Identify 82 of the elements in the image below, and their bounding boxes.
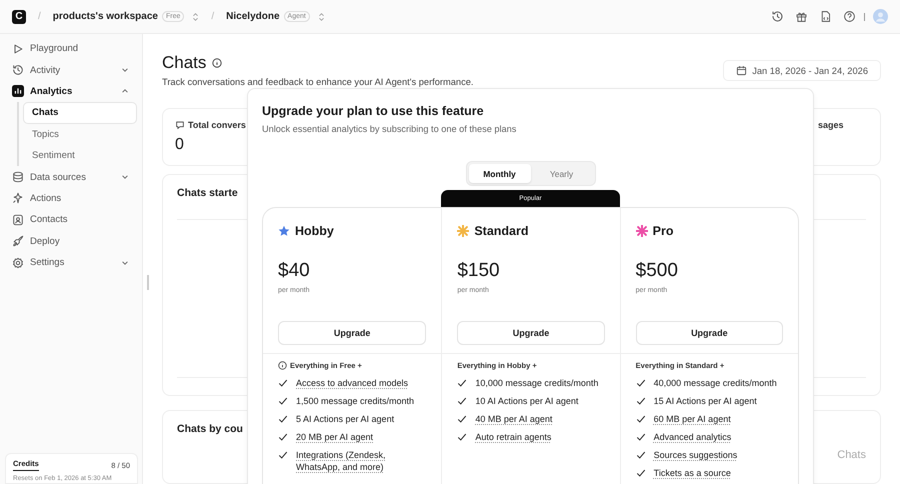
feature-text: 10,000 message credits/month — [475, 377, 598, 389]
check-icon — [636, 468, 646, 478]
feature-text: 40,000 message credits/month — [654, 377, 777, 389]
chart-title: Chats by cou — [177, 422, 243, 435]
page-title: Chats — [162, 54, 206, 72]
chart-title: Chats starte — [177, 187, 238, 199]
sidebar-item[interactable]: Data sources — [6, 166, 137, 188]
check-icon — [636, 396, 646, 406]
breadcrumb-item[interactable]: products's workspace — [52, 11, 158, 22]
rocket-icon — [12, 235, 24, 248]
chat-bubble-icon — [175, 120, 185, 130]
stat-value: 0 — [175, 136, 185, 154]
feature-text: 60 MB per AI agent — [654, 413, 731, 425]
contact-icon — [12, 214, 24, 226]
plan-name: Pro — [652, 224, 674, 238]
check-icon — [457, 378, 468, 388]
stat-label: sages — [818, 120, 844, 130]
document-icon[interactable] — [819, 10, 832, 23]
check-icon — [457, 414, 468, 424]
sidebar-item[interactable]: Activity — [6, 59, 137, 81]
plan-name: Hobby — [295, 224, 334, 238]
sparkle-icon — [12, 192, 24, 204]
check-icon — [457, 396, 468, 406]
updown-chevron-icon[interactable] — [192, 12, 200, 22]
feature-text: Advanced analytics — [654, 431, 732, 443]
calendar-icon — [736, 65, 748, 76]
sidebar-subitem[interactable]: Topics — [23, 124, 137, 145]
stat-label: Total convers — [188, 120, 246, 130]
feature-text: 10 AI Actions per AI agent — [475, 395, 578, 407]
billing-option[interactable]: Yearly — [530, 164, 592, 183]
breadcrumb-separator: / — [38, 11, 41, 22]
sidebar-item[interactable]: Analytics — [6, 80, 137, 102]
breadcrumb-item[interactable]: Nicelydone — [226, 11, 280, 22]
play-icon — [12, 42, 24, 55]
help-icon[interactable] — [843, 10, 856, 23]
check-icon — [636, 414, 646, 424]
feature-text: 5 AI Actions per AI agent — [296, 413, 394, 425]
feature-text: 1,500 message credits/month — [296, 395, 414, 407]
history-icon[interactable] — [771, 10, 784, 23]
page-subtitle: Track conversations and feedback to enhance your AI Agent's performance. — [162, 77, 474, 87]
check-icon — [636, 450, 646, 460]
plan-price: $40 — [277, 259, 311, 282]
check-icon — [636, 378, 646, 388]
database-icon — [12, 171, 24, 184]
plan-name: Standard — [474, 224, 529, 238]
feature-text: 20 MB per AI agent — [296, 431, 374, 443]
breadcrumb-separator: / — [211, 11, 214, 22]
axis-label: Chats — [837, 448, 866, 461]
info-icon[interactable] — [212, 58, 222, 68]
gift-icon[interactable] — [795, 10, 808, 23]
dialog-subtitle: Unlock essential analytics by subscribing to one of these plans — [262, 124, 518, 134]
feature-text: 15 AI Actions per AI agent — [654, 395, 757, 407]
sidebar-item[interactable]: Actions — [6, 188, 137, 210]
date-range-button[interactable]: Jan 18, 2026 - Jan 24, 2026 — [723, 60, 881, 81]
bar-chart-icon — [12, 85, 24, 98]
sidebar-subitem[interactable]: Chats — [23, 102, 137, 124]
upgrade-button[interactable]: Upgrade — [457, 321, 605, 345]
plan-price: $500 — [634, 259, 679, 282]
dialog-title: Upgrade your plan to use this feature — [262, 104, 485, 118]
check-icon — [636, 432, 646, 442]
sidebar-item[interactable]: Contacts — [6, 209, 137, 231]
feature-text: 40 MB per AI agent — [475, 413, 552, 425]
clock-icon — [12, 64, 24, 76]
updown-chevron-icon[interactable] — [318, 12, 325, 22]
app-logo[interactable]: C — [12, 10, 26, 24]
plan-price: $150 — [456, 259, 501, 282]
feature-text: Auto retrain agents — [475, 431, 552, 443]
feature-text: Sources suggestions — [654, 449, 738, 461]
feature-text: Integrations (Zendesk, WhatsApp, and more) — [296, 449, 387, 473]
sidebar-subitem[interactable]: Sentiment — [23, 144, 137, 166]
sidebar-item[interactable]: Playground — [6, 38, 137, 60]
sidebar-item[interactable]: Settings — [6, 252, 137, 274]
feature-text: Tickets as a source — [654, 467, 731, 479]
check-icon — [457, 432, 468, 442]
upgrade-button[interactable]: Upgrade — [278, 321, 426, 345]
upgrade-button[interactable]: Upgrade — [636, 321, 783, 345]
sidebar-item[interactable]: Deploy — [6, 230, 137, 252]
resize-handle[interactable] — [147, 275, 149, 290]
billing-option[interactable]: Monthly — [468, 164, 530, 183]
info-icon[interactable] — [278, 361, 287, 370]
settings-icon — [12, 256, 24, 269]
feature-text: Access to advanced models — [296, 377, 408, 389]
